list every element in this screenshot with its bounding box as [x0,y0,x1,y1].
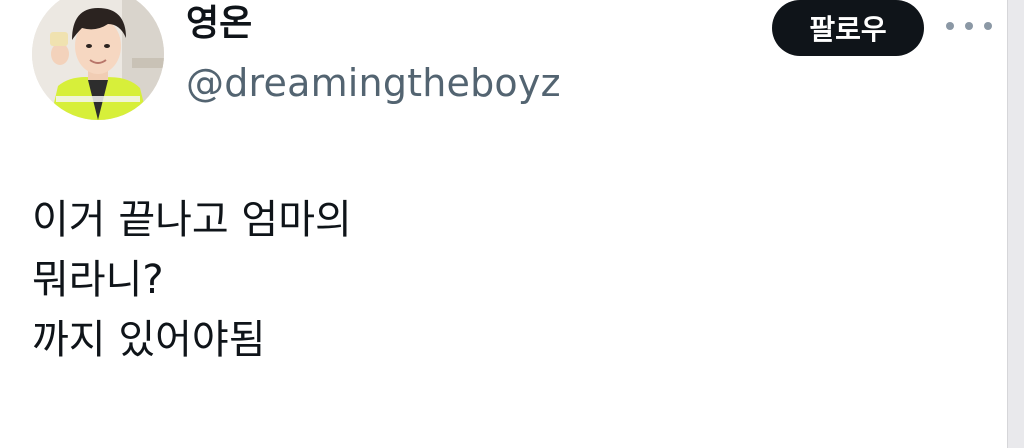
tweet-line: 뭐라니? [32,257,164,303]
display-name[interactable]: 영온 [186,2,252,46]
tweet-card: 영온 @dreamingtheboyz 팔로우 이거 끝나고 엄마의 뭐라니? … [0,0,1024,448]
tweet-line: 까지 있어야됨 [32,317,266,363]
tweet-text: 이거 끝나고 엄마의 뭐라니? 까지 있어야됨 [32,190,932,370]
scrollbar-track[interactable] [1008,0,1024,448]
user-handle[interactable]: @dreamingtheboyz [186,59,561,107]
tweet-line: 이거 끝나고 엄마의 [32,197,352,243]
avatar[interactable] [32,0,164,120]
more-dot [965,22,973,30]
follow-button[interactable]: 팔로우 [772,0,924,56]
more-dot [984,22,992,30]
more-dot [946,22,954,30]
more-options-icon[interactable] [946,14,992,38]
profile-photo-icon [32,0,164,120]
